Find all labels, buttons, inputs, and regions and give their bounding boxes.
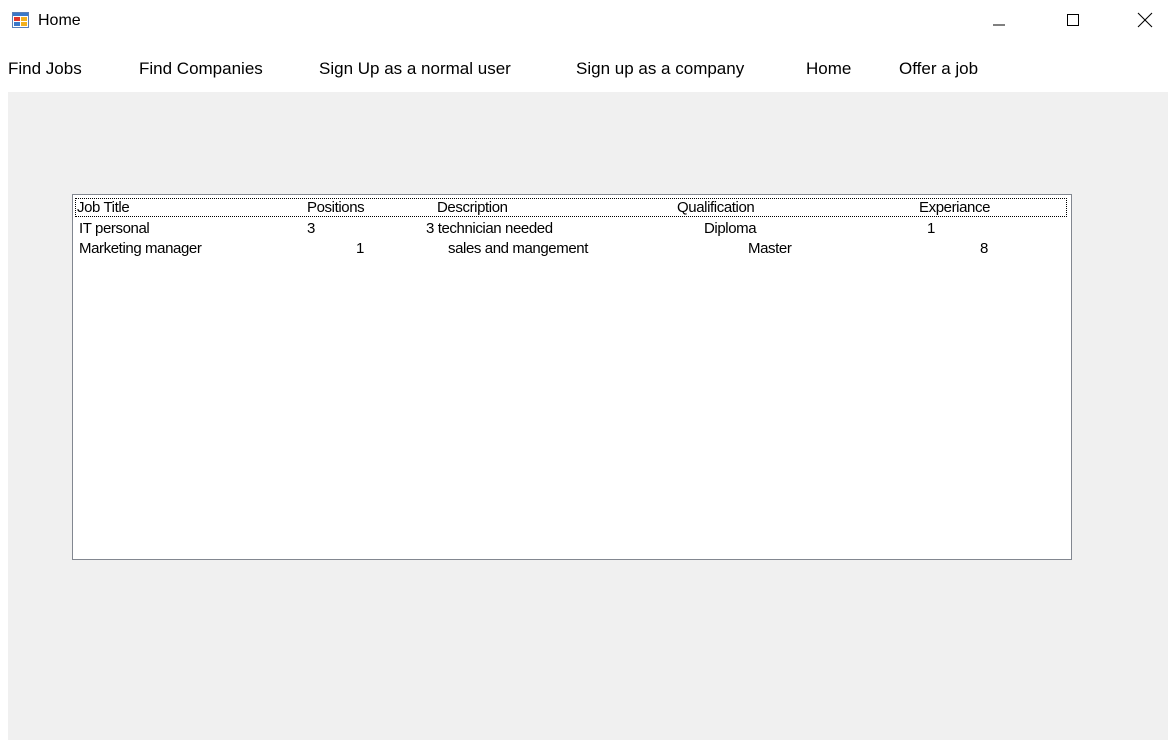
menu-item-sign-up-normal-user[interactable]: Sign Up as a normal user [319, 59, 511, 79]
menu-bar: Find Jobs Find Companies Sign Up as a no… [8, 46, 1168, 92]
minimize-button[interactable] [976, 0, 1022, 40]
cell-qualification: Diploma [704, 220, 757, 237]
cell-description: 3 technician needed [426, 220, 553, 237]
list-header-row: Job Title Positions Description Qualific… [73, 199, 1071, 216]
window-title: Home [38, 12, 81, 29]
close-icon [1137, 12, 1153, 28]
column-header-qualification[interactable]: Qualification [677, 199, 755, 216]
menu-item-home[interactable]: Home [806, 59, 851, 79]
minimize-icon [993, 24, 1005, 26]
windows-form-icon [12, 12, 29, 28]
menu-item-sign-up-company[interactable]: Sign up as a company [576, 59, 744, 79]
table-row[interactable]: IT personal 3 3 technician needed Diplom… [73, 220, 1071, 237]
cell-description: sales and mangement [448, 240, 588, 257]
maximize-icon [1067, 14, 1079, 26]
menu-item-find-companies[interactable]: Find Companies [139, 59, 263, 79]
cell-qualification: Master [748, 240, 792, 257]
cell-experiance: 8 [980, 240, 988, 257]
jobs-list-view[interactable]: Job Title Positions Description Qualific… [72, 194, 1072, 560]
title-bar[interactable]: Home [0, 0, 1168, 46]
column-header-job-title[interactable]: Job Title [77, 199, 130, 216]
close-button[interactable] [1122, 0, 1168, 40]
cell-job-title: IT personal [79, 220, 150, 237]
main-window: Home Find Jobs Find Companies Sign Up as… [0, 0, 1168, 740]
column-header-experiance[interactable]: Experiance [919, 199, 990, 216]
cell-positions: 3 [307, 220, 315, 237]
cell-experiance: 1 [927, 220, 935, 237]
table-row[interactable]: Marketing manager 1 sales and mangement … [73, 240, 1071, 257]
column-header-positions[interactable]: Positions [307, 199, 365, 216]
maximize-button[interactable] [1050, 0, 1096, 40]
cell-positions: 1 [356, 240, 364, 257]
cell-job-title: Marketing manager [79, 240, 202, 257]
column-header-description[interactable]: Description [437, 199, 508, 216]
menu-item-offer-a-job[interactable]: Offer a job [899, 59, 978, 79]
form-client-area: Find Jobs Find Companies Sign Up as a no… [8, 46, 1168, 740]
menu-item-find-jobs[interactable]: Find Jobs [8, 59, 82, 79]
